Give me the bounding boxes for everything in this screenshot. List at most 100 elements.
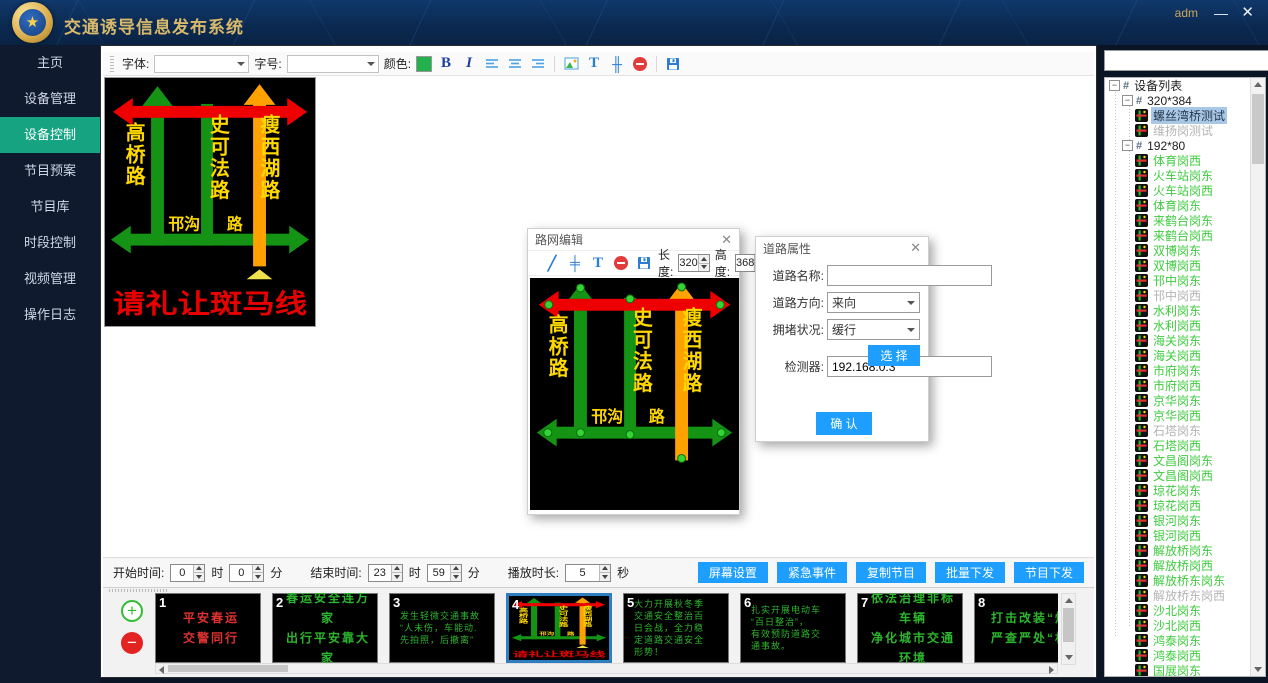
roadnet-dialog-titlebar[interactable]: 路网编辑 ✕ <box>528 229 739 251</box>
tree-group-320*384[interactable]: −#320*384 <box>1105 93 1265 108</box>
collapse-icon[interactable]: − <box>1109 80 1120 91</box>
save-tool-button[interactable] <box>635 254 653 272</box>
scroll-down-icon[interactable] <box>1065 655 1073 660</box>
draw-line-button[interactable]: ╱ <box>543 254 561 272</box>
tree-device-item[interactable]: 石塔岗西 <box>1105 438 1265 453</box>
program-thumbnail-3[interactable]: 发生轻微交通事故“人未伤，车能动.先拍照，后撤离”3 <box>389 593 495 663</box>
bold-button[interactable]: B <box>437 55 455 73</box>
tree-device-item[interactable]: 文昌阁岗西 <box>1105 468 1265 483</box>
tree-group-192*80[interactable]: −#192*80 <box>1105 138 1265 153</box>
tree-device-item[interactable]: 琼花岗东 <box>1105 483 1265 498</box>
tree-device-item[interactable]: 体育岗西 <box>1105 153 1265 168</box>
align-right-button[interactable] <box>529 55 547 73</box>
copy-program-button[interactable]: 复制节目 <box>856 562 926 583</box>
tree-device-item[interactable]: 鸿泰岗东 <box>1105 633 1265 648</box>
tree-device-item[interactable]: 鸿泰岗西 <box>1105 648 1265 663</box>
tree-device-item[interactable]: 来鹤台岗东 <box>1105 213 1265 228</box>
tree-device-item[interactable]: 海关岗西 <box>1105 348 1265 363</box>
color-swatch[interactable] <box>416 56 432 72</box>
send-program-button[interactable]: 节目下发 <box>1014 562 1084 583</box>
panel-grip[interactable] <box>109 589 169 592</box>
direction-select[interactable]: 来向 <box>827 292 920 313</box>
program-thumbnail-4[interactable]: 高桥路史可法路瘦西湖路邗沟路请礼让斑马线4 <box>506 593 612 663</box>
text-tool-button[interactable]: T <box>589 254 607 272</box>
program-thumbnail-7[interactable]: 依法治理非标车辆净化城市交通环境7 <box>857 593 963 663</box>
batch-send-button[interactable]: 批量下发 <box>935 562 1005 583</box>
collapse-icon[interactable]: − <box>1122 95 1133 106</box>
sidebar-item-4[interactable]: 节目预案 <box>0 153 100 189</box>
save-button[interactable] <box>664 55 682 73</box>
tree-device-item[interactable]: 海关岗东 <box>1105 333 1265 348</box>
scroll-left-icon[interactable] <box>159 666 164 674</box>
tree-device-item[interactable]: 解放桥岗西 <box>1105 558 1265 573</box>
sidebar-item-8[interactable]: 操作日志 <box>0 297 100 333</box>
sidebar-item-6[interactable]: 时段控制 <box>0 225 100 261</box>
spinner-arrows[interactable] <box>450 565 461 581</box>
end-min-spinner[interactable]: 59 <box>427 564 462 582</box>
program-thumbnail-8[interactable]: 打击改装“炸严查严处“机8 <box>974 593 1058 663</box>
tree-device-item[interactable]: 火车站岗西 <box>1105 183 1265 198</box>
sidebar-item-3[interactable]: 设备控制 <box>0 117 100 153</box>
tree-device-item[interactable]: 文昌阁岗东 <box>1105 453 1265 468</box>
screen-settings-button[interactable]: 屏幕设置 <box>698 562 768 583</box>
start-min-spinner[interactable]: 0 <box>229 564 264 582</box>
size-select[interactable] <box>287 55 379 73</box>
italic-button[interactable]: I <box>460 55 478 73</box>
tree-device-item[interactable]: 体育岗东 <box>1105 198 1265 213</box>
confirm-button[interactable]: 确 认 <box>816 412 872 435</box>
tree-device-item[interactable]: 市府岗西 <box>1105 378 1265 393</box>
tree-device-item[interactable]: 解放桥岗东 <box>1105 543 1265 558</box>
tree-device-item[interactable]: 银河岗东 <box>1105 513 1265 528</box>
sidebar-item-7[interactable]: 视频管理 <box>0 261 100 297</box>
scroll-up-icon[interactable] <box>1065 598 1073 603</box>
scroll-right-icon[interactable] <box>1049 666 1054 674</box>
remove-program-button[interactable]: − <box>121 632 143 654</box>
tree-scrollbar[interactable] <box>1250 78 1265 676</box>
tree-device-item[interactable]: 来鹤台岗西 <box>1105 228 1265 243</box>
scroll-up-icon[interactable] <box>1254 82 1262 87</box>
road-network-button[interactable]: ╫ <box>608 55 626 73</box>
program-thumbnail-2[interactable]: 春运安全连万家出行平安靠大家2 <box>272 593 378 663</box>
sign-preview[interactable]: 高桥路史可法路瘦西湖路邗沟路请礼让斑马线 <box>104 77 316 327</box>
tree-device-item[interactable]: 国展岗东 <box>1105 663 1265 677</box>
tree-device-item[interactable]: 解放桥东岗东 <box>1105 573 1265 588</box>
tree-device-item[interactable]: 石塔岗东 <box>1105 423 1265 438</box>
tree-device-item[interactable]: 双博岗东 <box>1105 243 1265 258</box>
program-thumbnail-1[interactable]: 平安春运交警同行1 <box>155 593 261 663</box>
sidebar-item-1[interactable]: 主页 <box>0 45 100 81</box>
tree-device-item[interactable]: 京华岗东 <box>1105 393 1265 408</box>
spinner-arrows[interactable] <box>599 565 610 581</box>
emergency-event-button[interactable]: 紧急事件 <box>777 562 847 583</box>
scrollbar-thumb[interactable] <box>168 665 288 672</box>
tree-device-item[interactable]: 维扬岗测试 <box>1105 123 1265 138</box>
spinner-arrows[interactable] <box>193 565 204 581</box>
tree-device-item[interactable]: 琼花岗西 <box>1105 498 1265 513</box>
insert-image-button[interactable] <box>562 55 580 73</box>
tree-device-item[interactable]: 双博岗西 <box>1105 258 1265 273</box>
align-center-button[interactable] <box>506 55 524 73</box>
align-left-button[interactable] <box>483 55 501 73</box>
program-thumbnail-6[interactable]: 扎实开展电动车“百日整治”，有效预防道路交通事故。6 <box>740 593 846 663</box>
tree-root[interactable]: −#设备列表 <box>1105 78 1265 93</box>
sidebar-item-2[interactable]: 设备管理 <box>0 81 100 117</box>
scroll-down-icon[interactable] <box>1254 667 1262 672</box>
collapse-icon[interactable]: − <box>1122 140 1133 151</box>
program-thumbnail-5[interactable]: 大力开展秋冬季交通安全整治百日会战，全力稳定道路交通安全形势！5 <box>623 593 729 663</box>
tree-device-item[interactable]: 螺丝湾桥测试 <box>1105 108 1265 123</box>
delete-button[interactable] <box>631 55 649 73</box>
spinner-arrows[interactable] <box>698 255 709 271</box>
minimize-button[interactable]: — <box>1214 4 1228 22</box>
start-hour-spinner[interactable]: 0 <box>170 564 205 582</box>
tree-device-item[interactable]: 水利岗东 <box>1105 303 1265 318</box>
spinner-arrows[interactable] <box>252 565 263 581</box>
tree-device-item[interactable]: 水利岗西 <box>1105 318 1265 333</box>
tree-device-item[interactable]: 邗中岗东 <box>1105 273 1265 288</box>
tree-device-item[interactable]: 市府岗东 <box>1105 363 1265 378</box>
scrollbar-thumb[interactable] <box>1252 94 1264 164</box>
delete-tool-button[interactable] <box>612 254 630 272</box>
duration-spinner[interactable]: 5 <box>565 564 611 582</box>
sidebar-item-5[interactable]: 节目库 <box>0 189 100 225</box>
tree-device-item[interactable]: 解放桥东岗西 <box>1105 588 1265 603</box>
congestion-select[interactable]: 缓行 <box>827 319 920 340</box>
thumbnails-horizontal-scrollbar[interactable] <box>155 663 1058 674</box>
